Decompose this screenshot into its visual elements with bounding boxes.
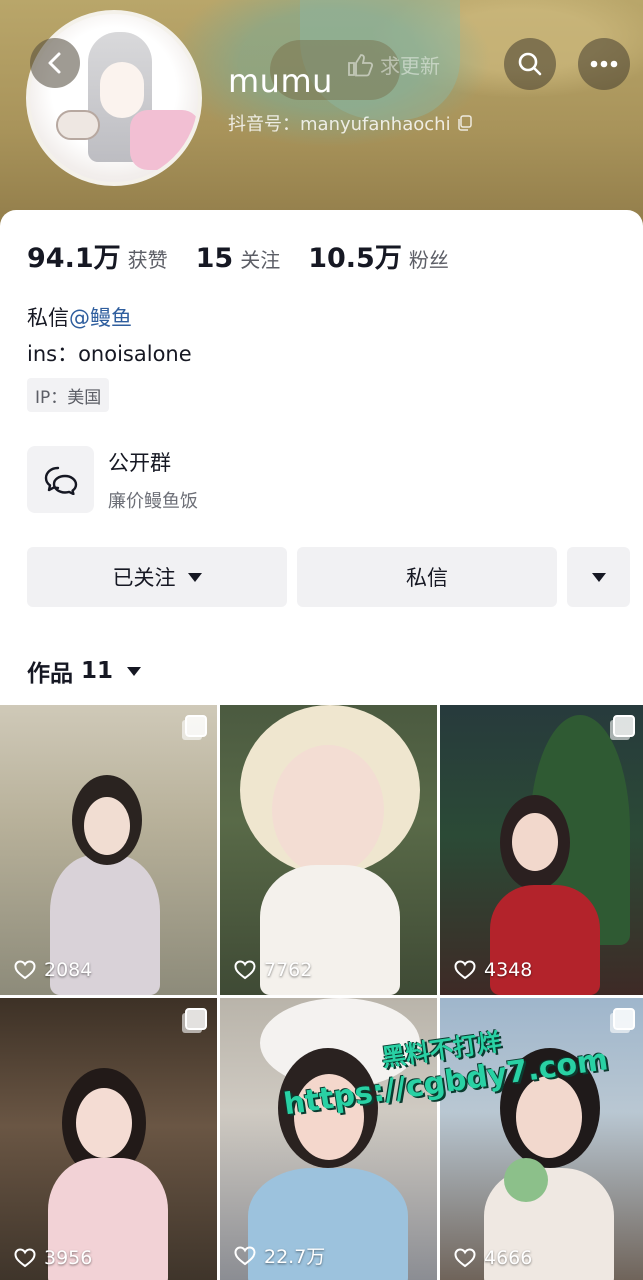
stat-likes[interactable]: 94.1万 获赞	[27, 236, 168, 275]
heart-icon	[234, 960, 256, 980]
posts-grid: 2084 7762 4348 3956 22.7万 4666	[0, 705, 643, 1280]
caret-down-icon	[187, 572, 202, 582]
caret-down-icon	[127, 666, 142, 676]
bio-prefix: 私信	[27, 306, 69, 330]
douyin-id[interactable]: 抖音号：manyufanhaochi	[228, 110, 473, 136]
mention-link[interactable]: @鳗鱼	[69, 306, 132, 330]
heart-icon	[454, 1248, 476, 1268]
works-count: 11	[81, 658, 114, 684]
like-count-text: 7762	[264, 959, 313, 981]
public-group-card[interactable]: 公开群 廉价鳗鱼饭	[27, 446, 198, 513]
group-title: 公开群	[108, 450, 171, 475]
thumbs-up-icon	[348, 53, 374, 76]
works-label: 作品	[27, 661, 73, 687]
douyin-id-text: 抖音号：manyufanhaochi	[228, 114, 451, 135]
stat-following[interactable]: 15 关注	[196, 243, 281, 274]
stat-label: 关注	[240, 248, 281, 272]
avatar[interactable]	[26, 10, 202, 186]
multi-image-icon	[613, 1008, 635, 1030]
bio-line-1: 私信@鳗鱼	[27, 302, 132, 332]
heart-icon	[234, 1245, 256, 1265]
bio-line-2: ins：onoisalone	[27, 342, 192, 366]
copy-icon	[457, 115, 472, 131]
like-count: 7762	[234, 959, 312, 981]
group-text: 公开群 廉价鳗鱼饭	[108, 447, 198, 513]
search-icon	[518, 52, 542, 76]
stat-value: 94.1万	[27, 243, 121, 274]
like-count: 22.7万	[234, 1242, 325, 1269]
works-tab[interactable]: 作品 11	[27, 654, 142, 688]
group-subtitle: 廉价鳗鱼饭	[108, 490, 198, 512]
back-button[interactable]	[30, 38, 80, 88]
update-request[interactable]: 求更新	[346, 50, 440, 79]
multi-image-icon	[185, 715, 207, 737]
like-count: 2084	[14, 959, 92, 981]
like-count: 3956	[14, 1247, 92, 1269]
like-count-text: 22.7万	[264, 1246, 326, 1268]
post-thumbnail[interactable]: 2084	[0, 705, 217, 995]
heart-icon	[454, 960, 476, 980]
caret-down-icon	[591, 572, 606, 582]
stat-followers[interactable]: 10.5万 粉丝	[308, 236, 449, 275]
heart-icon	[14, 960, 36, 980]
stat-value: 15	[195, 243, 234, 274]
post-thumbnail[interactable]: 4348	[440, 705, 643, 995]
like-count-text: 4348	[484, 959, 533, 981]
search-button[interactable]	[504, 38, 556, 90]
update-hint-label: 求更新	[380, 54, 440, 78]
like-count-text: 3956	[44, 1247, 93, 1269]
multi-image-icon	[185, 1008, 207, 1030]
stat-label: 粉丝	[408, 248, 449, 272]
more-options-button[interactable]	[578, 38, 630, 90]
multi-image-icon	[613, 715, 635, 737]
chevron-left-icon	[48, 52, 61, 74]
expand-button[interactable]	[567, 547, 630, 607]
like-count: 4666	[454, 1247, 532, 1269]
group-chat-icon	[27, 446, 94, 513]
nickname: mumu	[228, 62, 333, 100]
more-dots-icon	[590, 60, 618, 68]
like-count-text: 4666	[484, 1247, 533, 1269]
message-button[interactable]: 私信	[297, 547, 557, 607]
like-count-text: 2084	[44, 959, 93, 981]
heart-icon	[14, 1248, 36, 1268]
stat-label: 获赞	[127, 248, 168, 272]
following-label: 已关注	[112, 566, 176, 590]
post-thumbnail[interactable]: 3956	[0, 998, 217, 1280]
post-thumbnail[interactable]: 7762	[220, 705, 437, 995]
ip-location-tag: IP：美国	[27, 378, 110, 412]
stats-row: 94.1万 获赞 15 关注 10.5万 粉丝	[27, 236, 477, 275]
stat-value: 10.5万	[308, 243, 402, 274]
following-button[interactable]: 已关注	[27, 547, 287, 607]
like-count: 4348	[454, 959, 532, 981]
action-buttons: 已关注 私信	[27, 547, 630, 607]
